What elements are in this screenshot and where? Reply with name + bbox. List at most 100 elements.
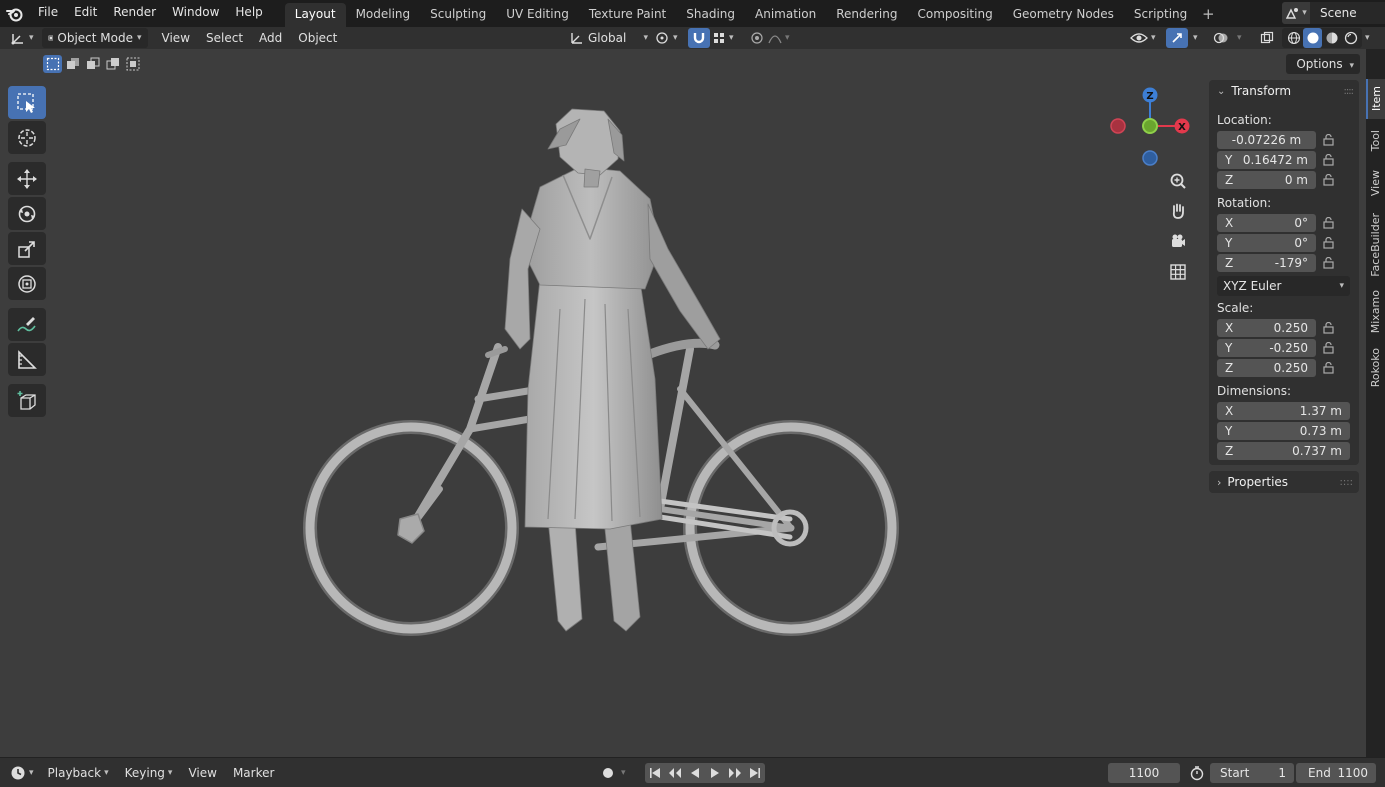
lock-icon[interactable]	[1316, 362, 1342, 374]
dimensions-y-field[interactable]: Y 0.73 m	[1217, 422, 1350, 440]
wireframe-shading-button[interactable]	[1284, 28, 1303, 48]
menu-help[interactable]: Help	[227, 0, 270, 27]
mode-label: Object Mode	[57, 31, 133, 45]
scale-y-field[interactable]: Y -0.250	[1217, 339, 1316, 357]
tab-scripting[interactable]: Scripting	[1124, 3, 1197, 27]
tab-rendering[interactable]: Rendering	[826, 3, 907, 27]
mode-dropdown[interactable]: Object Mode ▾	[41, 28, 148, 48]
tab-uv-editing[interactable]: UV Editing	[496, 3, 579, 27]
timeline-playback-menu[interactable]: Playback ▾	[40, 763, 117, 783]
location-y-field[interactable]: Y 0.16472 m	[1217, 151, 1316, 169]
overlays-toggle[interactable]	[1210, 28, 1232, 48]
preview-range-toggle[interactable]	[1186, 763, 1208, 783]
sidebar-tab-rokoko[interactable]: Rokoko	[1366, 343, 1385, 393]
gizmo-dropdown[interactable]: ▾	[1190, 28, 1198, 48]
sidebar-tab-item[interactable]: Item	[1366, 79, 1385, 119]
proportional-falloff-dropdown[interactable]: ▾	[768, 28, 790, 48]
lock-icon[interactable]	[1316, 217, 1342, 229]
xray-toggle[interactable]	[1256, 28, 1278, 48]
tab-compositing[interactable]: Compositing	[907, 3, 1002, 27]
shading-dropdown[interactable]: ▾	[1362, 28, 1370, 48]
jump-start-button[interactable]	[645, 762, 665, 783]
pivot-point-dropdown[interactable]: ▾	[654, 28, 678, 48]
sidebar-tab-facebuilder[interactable]: FaceBuilder	[1366, 209, 1385, 281]
axis-label: X	[1225, 404, 1234, 418]
menu-add[interactable]: Add	[251, 28, 290, 48]
location-z-field[interactable]: Z 0 m	[1217, 171, 1316, 189]
lock-icon[interactable]	[1316, 154, 1342, 166]
location-x-field[interactable]: -0.07226 m	[1217, 131, 1316, 149]
rotation-z-field[interactable]: Z -179°	[1217, 254, 1316, 272]
visibility-dropdown[interactable]: ▾	[1130, 28, 1156, 48]
menu-edit[interactable]: Edit	[66, 0, 105, 27]
dimensions-x-field[interactable]: X 1.37 m	[1217, 402, 1350, 420]
tab-shading[interactable]: Shading	[676, 3, 745, 27]
sidebar-tab-mixamo[interactable]: Mixamo	[1366, 285, 1385, 339]
material-preview-button[interactable]	[1322, 28, 1341, 48]
dimensions-z-field[interactable]: Z 0.737 m	[1217, 442, 1350, 460]
menu-render[interactable]: Render	[105, 0, 164, 27]
3d-viewport[interactable]: Options ▾ Z X	[0, 49, 1366, 757]
rotation-y-field[interactable]: Y 0°	[1217, 234, 1316, 252]
drag-handle-icon[interactable]: ::::	[1340, 477, 1353, 488]
play-button[interactable]	[705, 762, 725, 783]
add-workspace-button[interactable]: +	[1197, 3, 1219, 27]
tab-animation[interactable]: Animation	[745, 3, 826, 27]
lock-icon[interactable]	[1316, 257, 1342, 269]
lock-icon[interactable]	[1316, 237, 1342, 249]
overlays-dropdown[interactable]: ▾	[1234, 28, 1242, 48]
snap-target-dropdown[interactable]: ▾	[712, 28, 734, 48]
lock-icon[interactable]	[1316, 342, 1342, 354]
tab-texture-paint[interactable]: Texture Paint	[579, 3, 676, 27]
proportional-editing-toggle[interactable]	[746, 28, 768, 48]
tab-modeling[interactable]: Modeling	[346, 3, 421, 27]
menu-window[interactable]: Window	[164, 0, 227, 27]
scene-name[interactable]: Scene	[1310, 6, 1357, 20]
zoom-button[interactable]	[1165, 168, 1191, 194]
transform-orientation-dropdown[interactable]: Global ▾	[570, 28, 648, 48]
auto-keying-toggle[interactable]: ▾	[600, 763, 626, 783]
properties-panel-header[interactable]: › Properties ::::	[1209, 471, 1359, 493]
play-reverse-button[interactable]	[685, 762, 705, 783]
sidebar-tab-view[interactable]: View	[1366, 163, 1385, 203]
menu-object[interactable]: Object	[290, 28, 345, 48]
scale-z-field[interactable]: Z 0.250	[1217, 359, 1316, 377]
drag-handle-icon[interactable]: ::::	[1344, 86, 1355, 97]
scene-icon[interactable]: ▾	[1282, 2, 1310, 24]
sidebar-tab-tool[interactable]: Tool	[1366, 123, 1385, 159]
transform-panel-header[interactable]: ⌄ Transform ::::	[1209, 80, 1359, 102]
blender-logo-icon[interactable]	[0, 0, 30, 27]
scene-selector[interactable]: ▾ Scene	[1282, 2, 1385, 24]
start-frame-field[interactable]: Start 1	[1210, 762, 1294, 783]
end-frame-field[interactable]: End 1100	[1296, 762, 1376, 783]
timeline-marker-menu[interactable]: Marker	[225, 763, 282, 783]
lock-icon[interactable]	[1316, 134, 1342, 146]
tab-sculpting[interactable]: Sculpting	[420, 3, 496, 27]
menu-file[interactable]: File	[30, 0, 66, 27]
tab-layout[interactable]: Layout	[284, 3, 346, 27]
rendered-shading-button[interactable]	[1341, 28, 1360, 48]
camera-view-button[interactable]	[1165, 228, 1191, 254]
lock-icon[interactable]	[1316, 174, 1342, 186]
gizmo-toggle[interactable]	[1166, 28, 1188, 48]
lock-icon[interactable]	[1316, 322, 1342, 334]
menu-view[interactable]: View	[154, 28, 198, 48]
orientation-gizmo[interactable]: Z X	[1100, 83, 1200, 173]
menu-select[interactable]: Select	[198, 28, 251, 48]
timeline-keying-menu[interactable]: Keying ▾	[117, 763, 181, 783]
next-keyframe-button[interactable]	[725, 762, 745, 783]
editor-type-button[interactable]: ▾	[10, 28, 34, 48]
tab-geometry-nodes[interactable]: Geometry Nodes	[1003, 3, 1124, 27]
prev-keyframe-button[interactable]	[665, 762, 685, 783]
solid-shading-button[interactable]	[1303, 28, 1322, 48]
snap-toggle[interactable]	[688, 28, 710, 48]
rotation-mode-dropdown[interactable]: XYZ Euler ▾	[1217, 276, 1350, 296]
jump-end-button[interactable]	[745, 762, 765, 783]
rotation-x-field[interactable]: X 0°	[1217, 214, 1316, 232]
current-frame-field[interactable]: 1100	[1108, 762, 1180, 783]
timeline-view-menu[interactable]: View	[180, 763, 224, 783]
scale-x-field[interactable]: X 0.250	[1217, 319, 1316, 337]
perspective-toggle-button[interactable]	[1165, 259, 1191, 285]
pan-button[interactable]	[1165, 198, 1191, 224]
timeline-editor-type-button[interactable]: ▾	[10, 763, 34, 783]
